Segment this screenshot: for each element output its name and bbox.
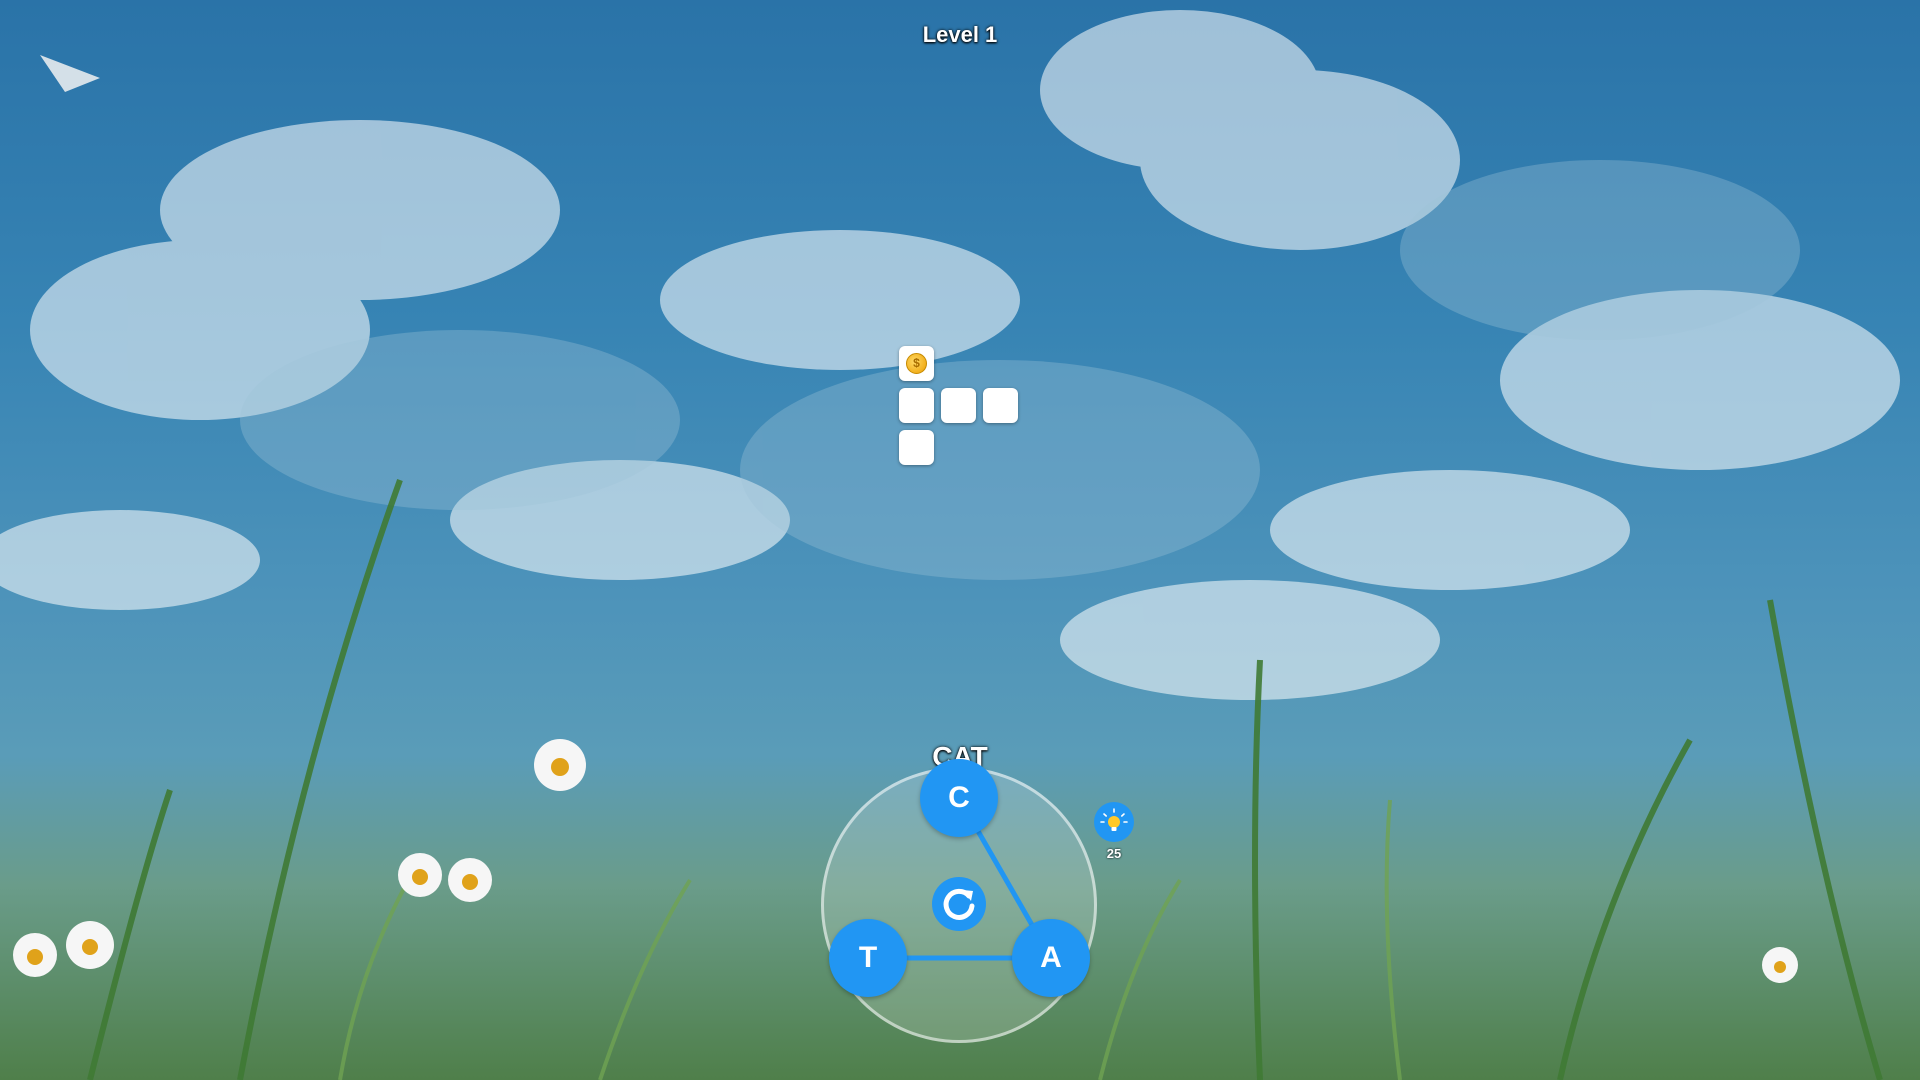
grid-tile bbox=[899, 430, 934, 465]
shuffle-button[interactable] bbox=[932, 877, 986, 931]
grid-tile bbox=[983, 388, 1018, 423]
lightbulb-icon bbox=[1100, 808, 1128, 831]
level-title: Level 1 bbox=[922, 22, 998, 47]
hint-button[interactable] bbox=[1094, 802, 1134, 842]
letter-button-c[interactable]: C bbox=[920, 759, 998, 837]
hint-count: 25 bbox=[1106, 846, 1122, 861]
grid-tile bbox=[941, 388, 976, 423]
grid-tile-coin[interactable]: $ bbox=[899, 346, 934, 381]
refresh-icon bbox=[943, 888, 975, 920]
grid-tile bbox=[899, 388, 934, 423]
letter-button-t[interactable]: T bbox=[829, 919, 907, 997]
letter-button-a[interactable]: A bbox=[1012, 919, 1090, 997]
coin-icon: $ bbox=[906, 353, 927, 374]
